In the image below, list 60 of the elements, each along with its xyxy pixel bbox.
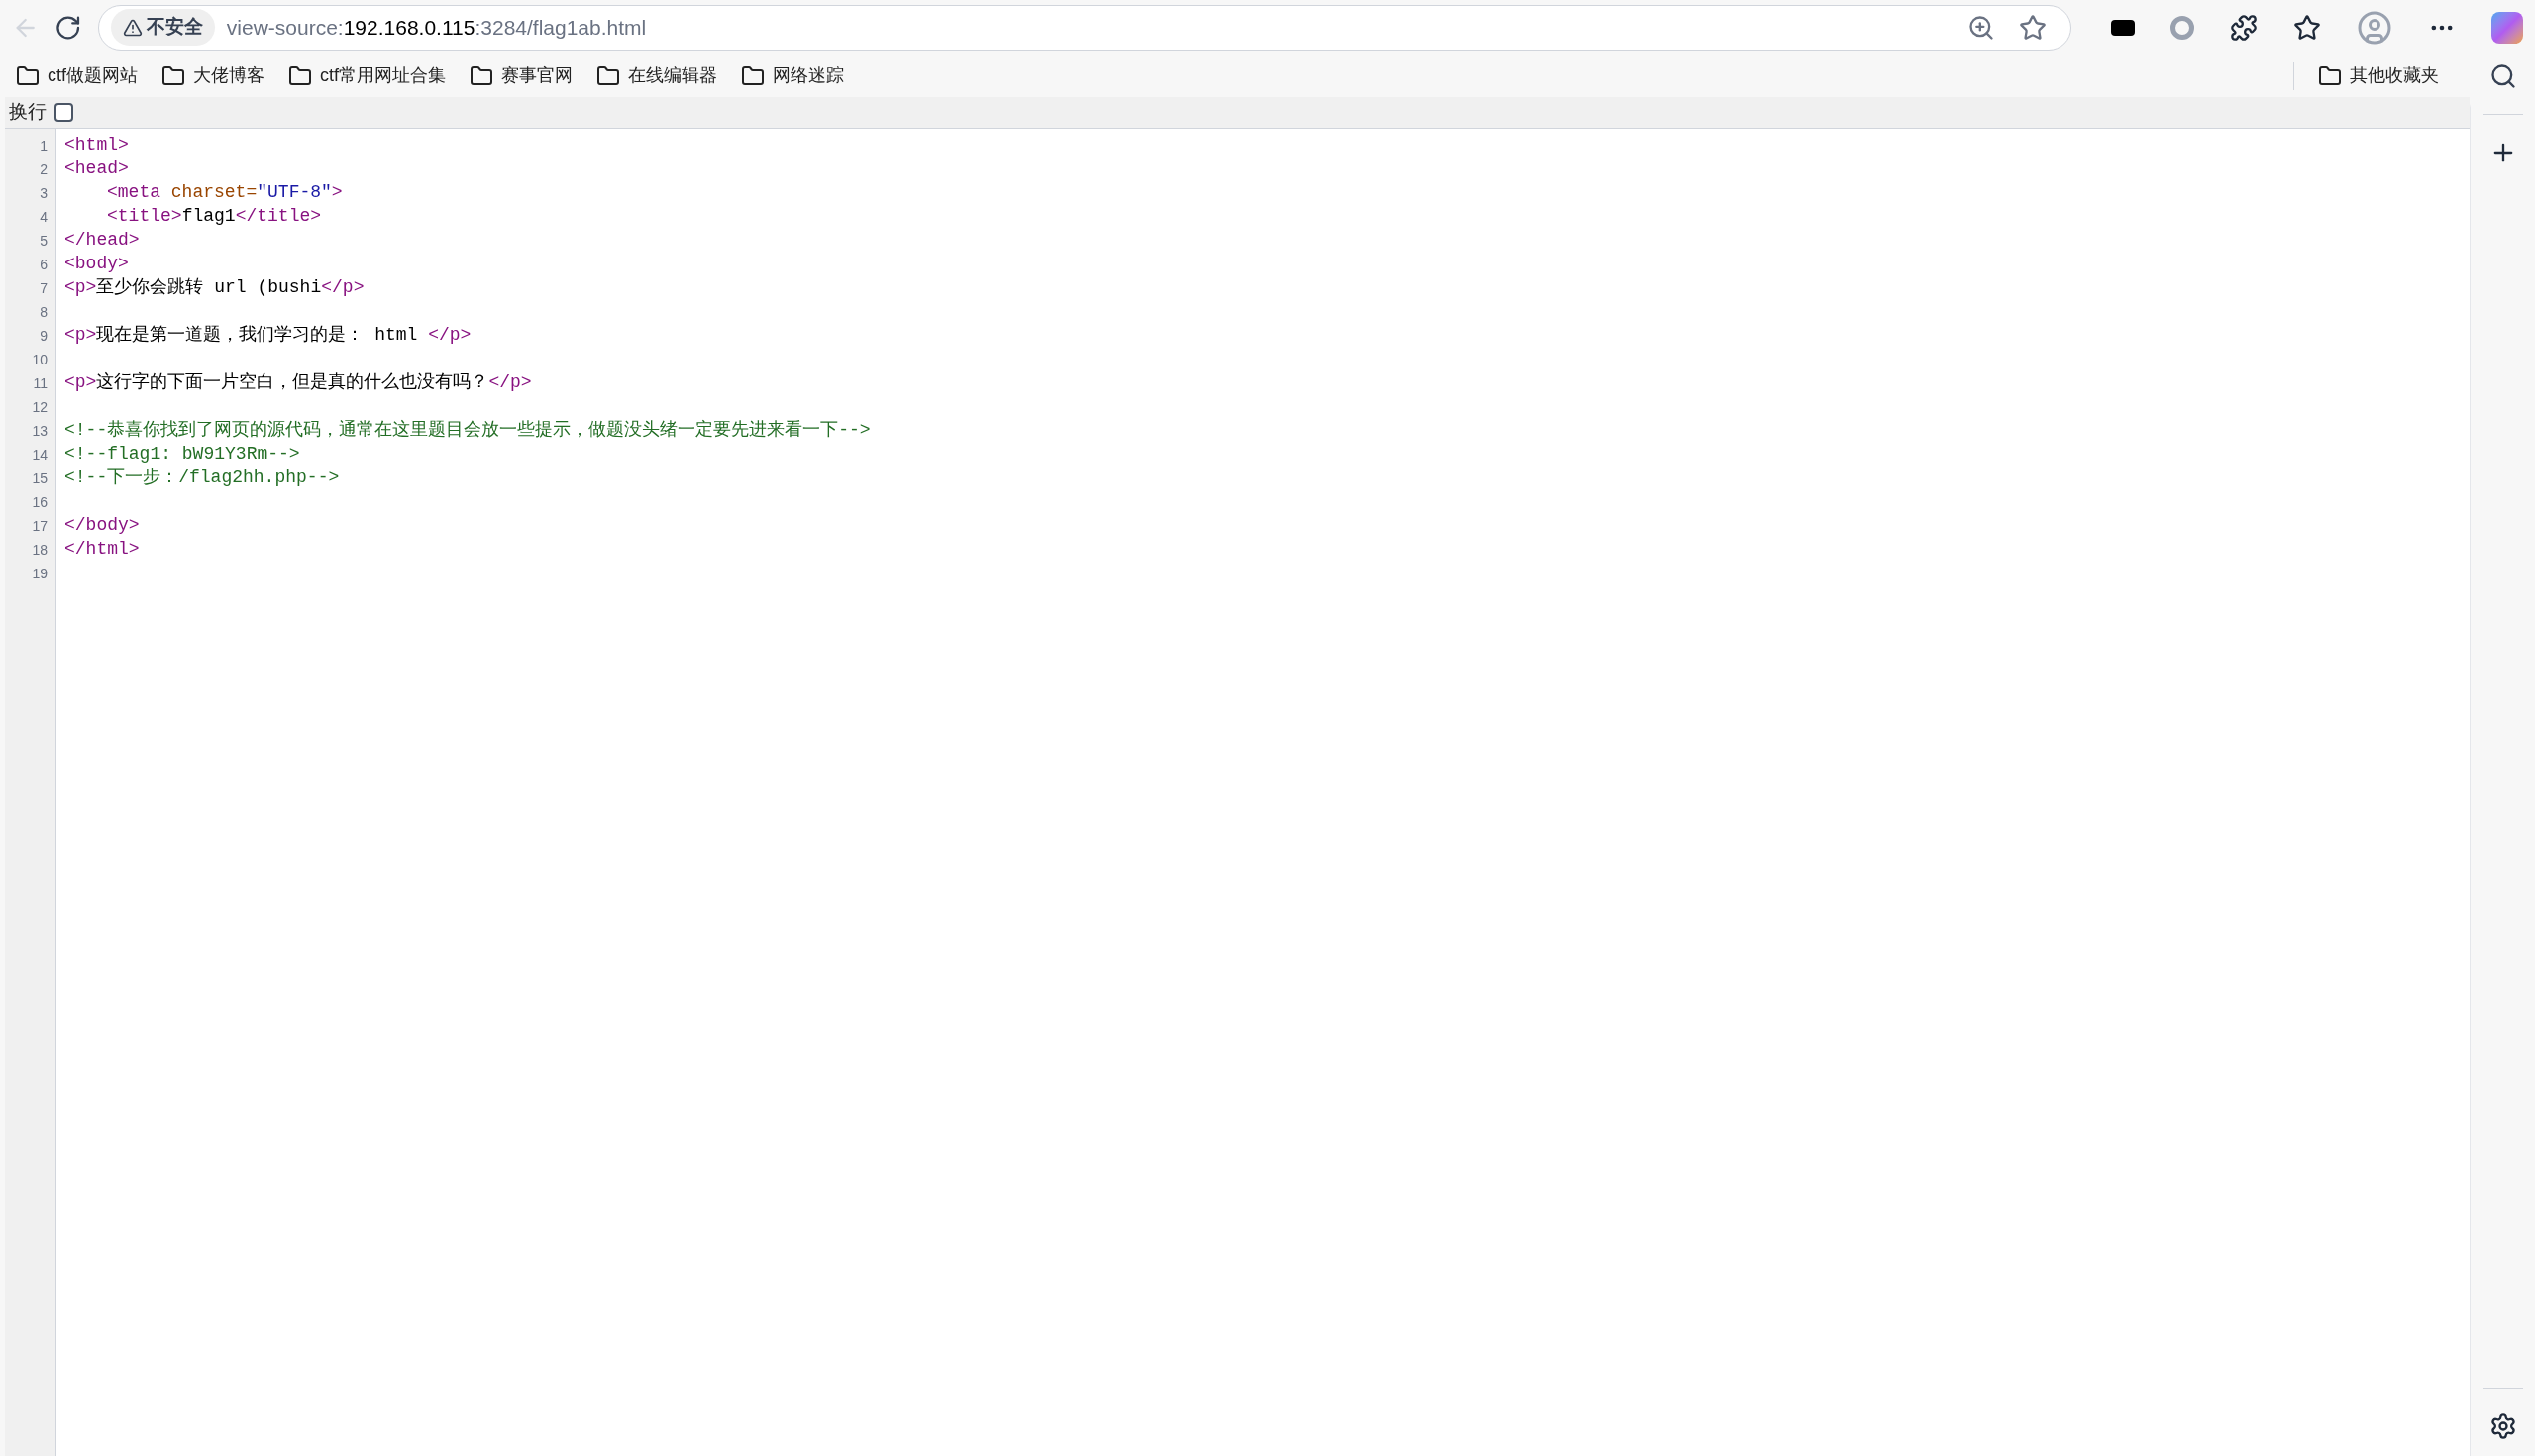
zoom-icon[interactable] [1967,13,1995,42]
warning-icon [122,17,143,38]
line-number: 14 [32,446,48,465]
line-number: 3 [40,184,48,203]
code-line: <meta charset="UTF-8"> [107,182,343,202]
line-number: 17 [32,517,48,536]
favorites-list-icon[interactable] [2293,13,2321,42]
line-number: 7 [40,279,48,298]
code-line: <body> [64,254,129,273]
bookmark-item[interactable]: 网络迷踪 [741,62,845,89]
code-line: </head> [64,230,140,250]
wrap-checkbox[interactable] [54,103,73,122]
line-number: 15 [32,469,48,488]
address-bar[interactable]: 不安全 view-source:192.168.0.115:3284/flag1ab.html [97,4,2071,51]
folder-icon [288,63,312,88]
settings-icon[interactable] [2488,1412,2517,1440]
wrap-label: 换行 [9,100,47,125]
line-number: 19 [32,565,48,583]
line-number: 1 [40,137,48,156]
security-label: 不安全 [146,15,203,40]
folder-icon [161,63,185,88]
line-number: 10 [32,351,48,369]
code-line: <head> [64,158,129,178]
security-badge[interactable]: 不安全 [110,9,215,46]
bookmark-item[interactable]: ctf常用网址合集 [288,62,447,89]
bookmark-item[interactable]: ctf做题网站 [16,62,138,89]
line-number: 9 [40,327,48,346]
code-line: <!--下一步：/flag2hh.php--> [64,468,340,487]
code-line: </body> [64,515,140,535]
bookmark-item[interactable]: 赛事官网 [470,62,574,89]
code-line: <title>flag1</title> [107,206,322,226]
code-line: <p>现在是第一道题，我们学习的是： html </p> [64,325,472,345]
line-number: 12 [32,398,48,417]
search-icon[interactable] [2488,62,2517,90]
folder-icon [596,63,621,88]
other-bookmarks[interactable]: 其他收藏夹 [2318,62,2439,89]
line-number: 8 [40,303,48,322]
line-number: 18 [32,541,48,560]
line-number: 5 [40,232,48,251]
code-line: </html> [64,539,140,559]
code-line: <!--恭喜你找到了网页的源代码，通常在这里题目会放一些提示，做题没头绪一定要先进来看一下--> [64,420,871,440]
code-line: <html> [64,135,129,155]
code-line: <p>这行字的下面一片空白，但是真的什么也没有吗？</p> [64,372,532,392]
code-line: <!--flag1: bW91Y3Rm--> [64,444,300,464]
line-number: 13 [32,422,48,441]
folder-icon [741,63,766,88]
bookmark-item[interactable]: 大佬博客 [161,62,264,89]
line-number: 11 [33,374,48,393]
folder-icon [2318,63,2342,88]
line-number: 16 [32,493,48,512]
line-number: 2 [40,160,48,179]
folder-icon [16,63,40,88]
line-number: 4 [40,208,48,227]
line-number: 6 [40,256,48,274]
folder-icon [470,63,494,88]
code-line: <p>至少你会跳转 url (bushi</p> [64,277,365,297]
favorite-star-icon[interactable] [2019,13,2047,42]
bookmark-item[interactable]: 在线编辑器 [596,62,718,89]
url-text[interactable]: view-source:192.168.0.115:3284/flag1ab.html [226,11,1955,44]
extensions-icon[interactable] [2230,13,2258,42]
